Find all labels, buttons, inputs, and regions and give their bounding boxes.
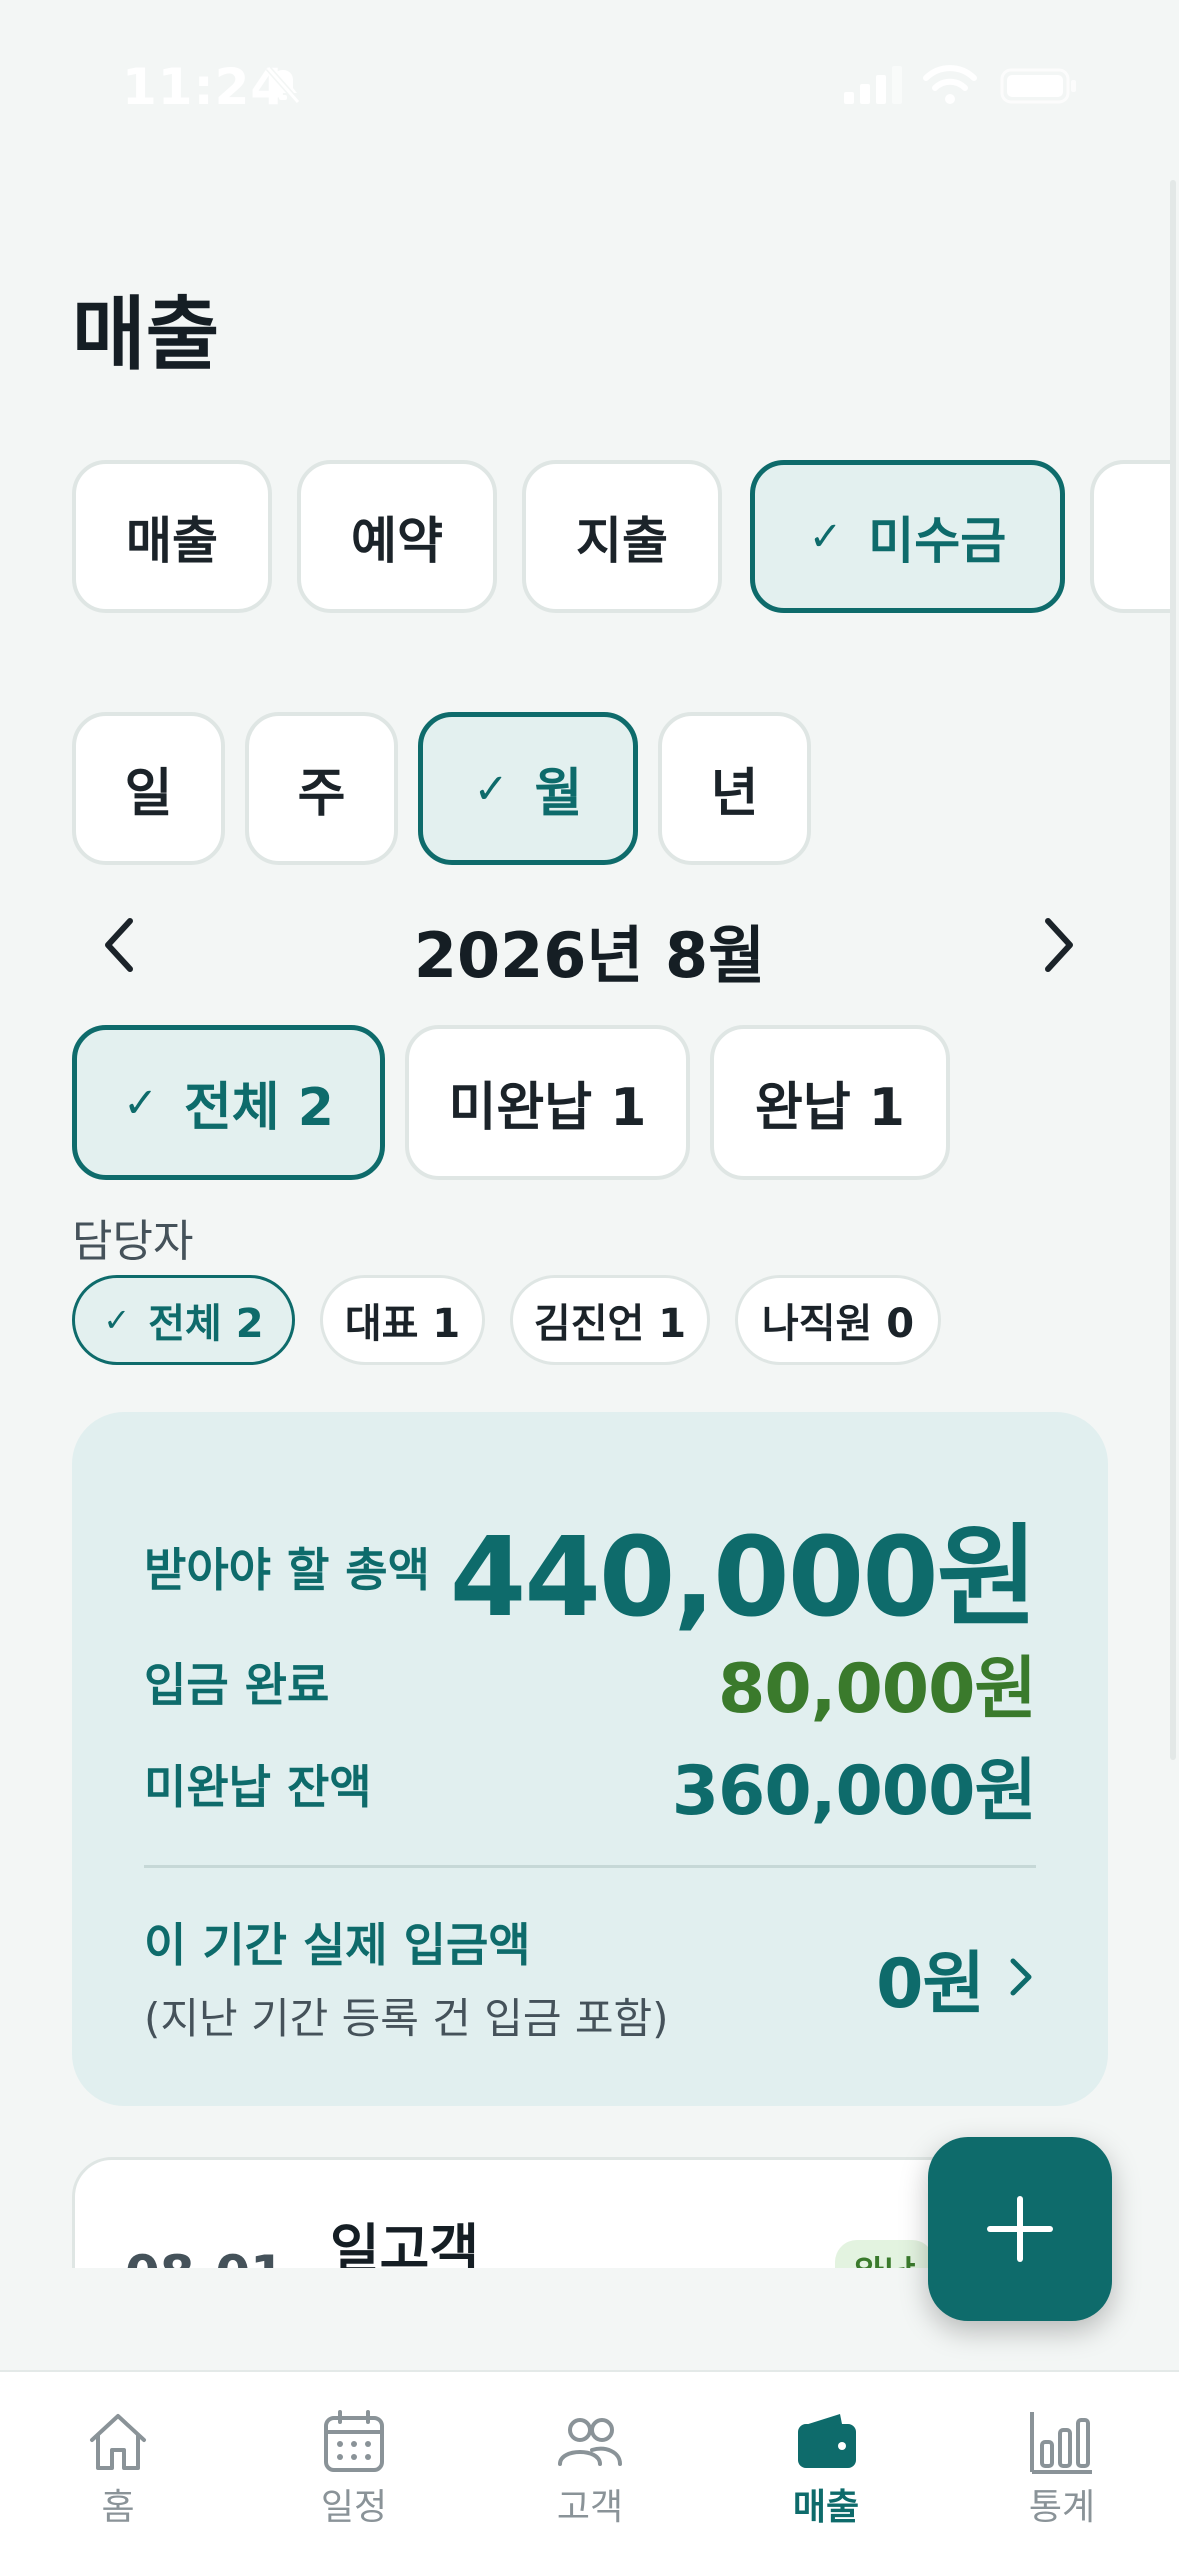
filter-label: 미완납 1 [448,1078,647,1138]
manager-na[interactable]: 나직원 0 [735,1275,941,1365]
bar-chart-icon [1030,2412,1092,2474]
manager-owner[interactable]: 대표 1 [320,1275,485,1365]
period-label: 월 [534,764,583,824]
people-icon [558,2418,622,2466]
filter-unpaid[interactable]: 미완납 1 [405,1025,690,1180]
paid-value: 80,000원 [718,1649,1037,1729]
tab-reservation[interactable]: 예약 [297,460,497,613]
manager-chip-label: 나직원 0 [761,1301,915,1347]
wifi-icon [923,65,977,104]
check-icon: ✓ [473,764,509,813]
period-month[interactable]: ✓ 월 [418,712,638,865]
tab-receivables[interactable]: ✓ 미수금 [750,460,1065,613]
actual-deposit-value: 0원 [876,1944,985,2024]
tab-sales[interactable]: 매출 [708,2372,944,2556]
period-year[interactable]: 년 [658,712,811,865]
tab-label: 미수금 [868,511,1007,570]
total-label: 받아야 할 총액 [144,1543,430,1597]
silent-bell-icon [265,66,301,104]
tab-label: 매출 [126,511,218,570]
tab-statistics[interactable]: 통계 [944,2372,1179,2556]
period-label: 주 [297,764,346,824]
tab-expense[interactable]: 지출 [522,460,722,613]
manager-kim[interactable]: 김진언 1 [510,1275,710,1365]
battery-icon [1000,68,1076,104]
unpaid-row: 미완납 잔액 360,000원 [144,1739,1037,1831]
status-bar: 11:24 [0,0,1179,170]
unpaid-label: 미완납 잔액 [144,1760,372,1814]
paid-row: 입금 완료 80,000원 [144,1637,1037,1729]
plus-icon [987,2196,1053,2262]
bottom-tab-bar: 홈 일정 고객 매출 통계 [0,2370,1179,2556]
tab-schedule[interactable]: 일정 [236,2372,472,2556]
tab-label: 매출 [792,2487,860,2528]
check-icon: ✓ [103,1301,131,1339]
calendar-icon [324,2410,384,2472]
tab-home[interactable]: 홈 [0,2372,236,2556]
tab-sales[interactable]: 매출 [72,460,272,613]
period-day[interactable]: 일 [72,712,225,865]
tab-customers[interactable]: 고객 [472,2372,708,2556]
manager-chip-label: 전체 2 [148,1301,264,1347]
actual-deposit-row[interactable]: 이 기간 실제 입금액 (지난 기간 등록 건 입금 포함) 0원 [144,1912,1036,2043]
period-label: 년 [710,764,759,824]
divider [144,1865,1036,1868]
actual-deposit-labels: 이 기간 실제 입금액 (지난 기간 등록 건 입금 포함) [144,1909,669,2046]
page-title: 매출 [72,288,220,381]
tab-more-partial[interactable] [1090,460,1170,613]
cellular-signal-icon [844,66,902,104]
tab-label: 일정 [320,2487,388,2528]
actual-deposit-label: 이 기간 실제 입금액 [144,1917,531,1972]
tab-label: 통계 [1028,2487,1096,2528]
unpaid-value: 360,000원 [671,1751,1037,1831]
tab-label: 홈 [101,2487,135,2528]
home-icon [90,2414,146,2470]
tab-label: 고객 [556,2487,624,2528]
wallet-icon [798,2414,856,2468]
tab-label: 예약 [351,511,443,570]
filter-paid[interactable]: 완납 1 [710,1025,950,1180]
total-value: 440,000원 [449,1513,1038,1641]
actual-deposit-value-wrap: 0원 [876,1928,1036,2027]
paid-label: 입금 완료 [144,1658,330,1712]
period-week[interactable]: 주 [245,712,398,865]
check-icon: ✓ [808,513,843,560]
period-title: 2026년 8월 [413,919,766,992]
total-row: 받아야 할 총액 440,000원 [144,1502,1038,1641]
manager-chip-label: 대표 1 [344,1301,461,1347]
filter-label: 전체 2 [183,1078,334,1138]
manager-all[interactable]: ✓ 전체 2 [72,1275,295,1365]
manager-label: 담당자 [72,1216,194,1267]
filter-label: 완납 1 [755,1078,905,1138]
manager-chip-label: 김진언 1 [533,1301,687,1347]
chevron-right-icon [1010,1958,1032,1996]
chevron-right-icon[interactable] [1038,915,1078,975]
check-icon: ✓ [123,1078,158,1127]
period-label: 일 [124,764,173,824]
summary-card: 받아야 할 총액 440,000원 입금 완료 80,000원 미완납 잔액 3… [72,1412,1108,2106]
add-button[interactable] [928,2137,1112,2321]
actual-deposit-note: (지난 기간 등록 건 입금 포함) [144,1993,669,2043]
tab-label: 지출 [576,511,668,570]
filter-all[interactable]: ✓ 전체 2 [72,1025,385,1180]
